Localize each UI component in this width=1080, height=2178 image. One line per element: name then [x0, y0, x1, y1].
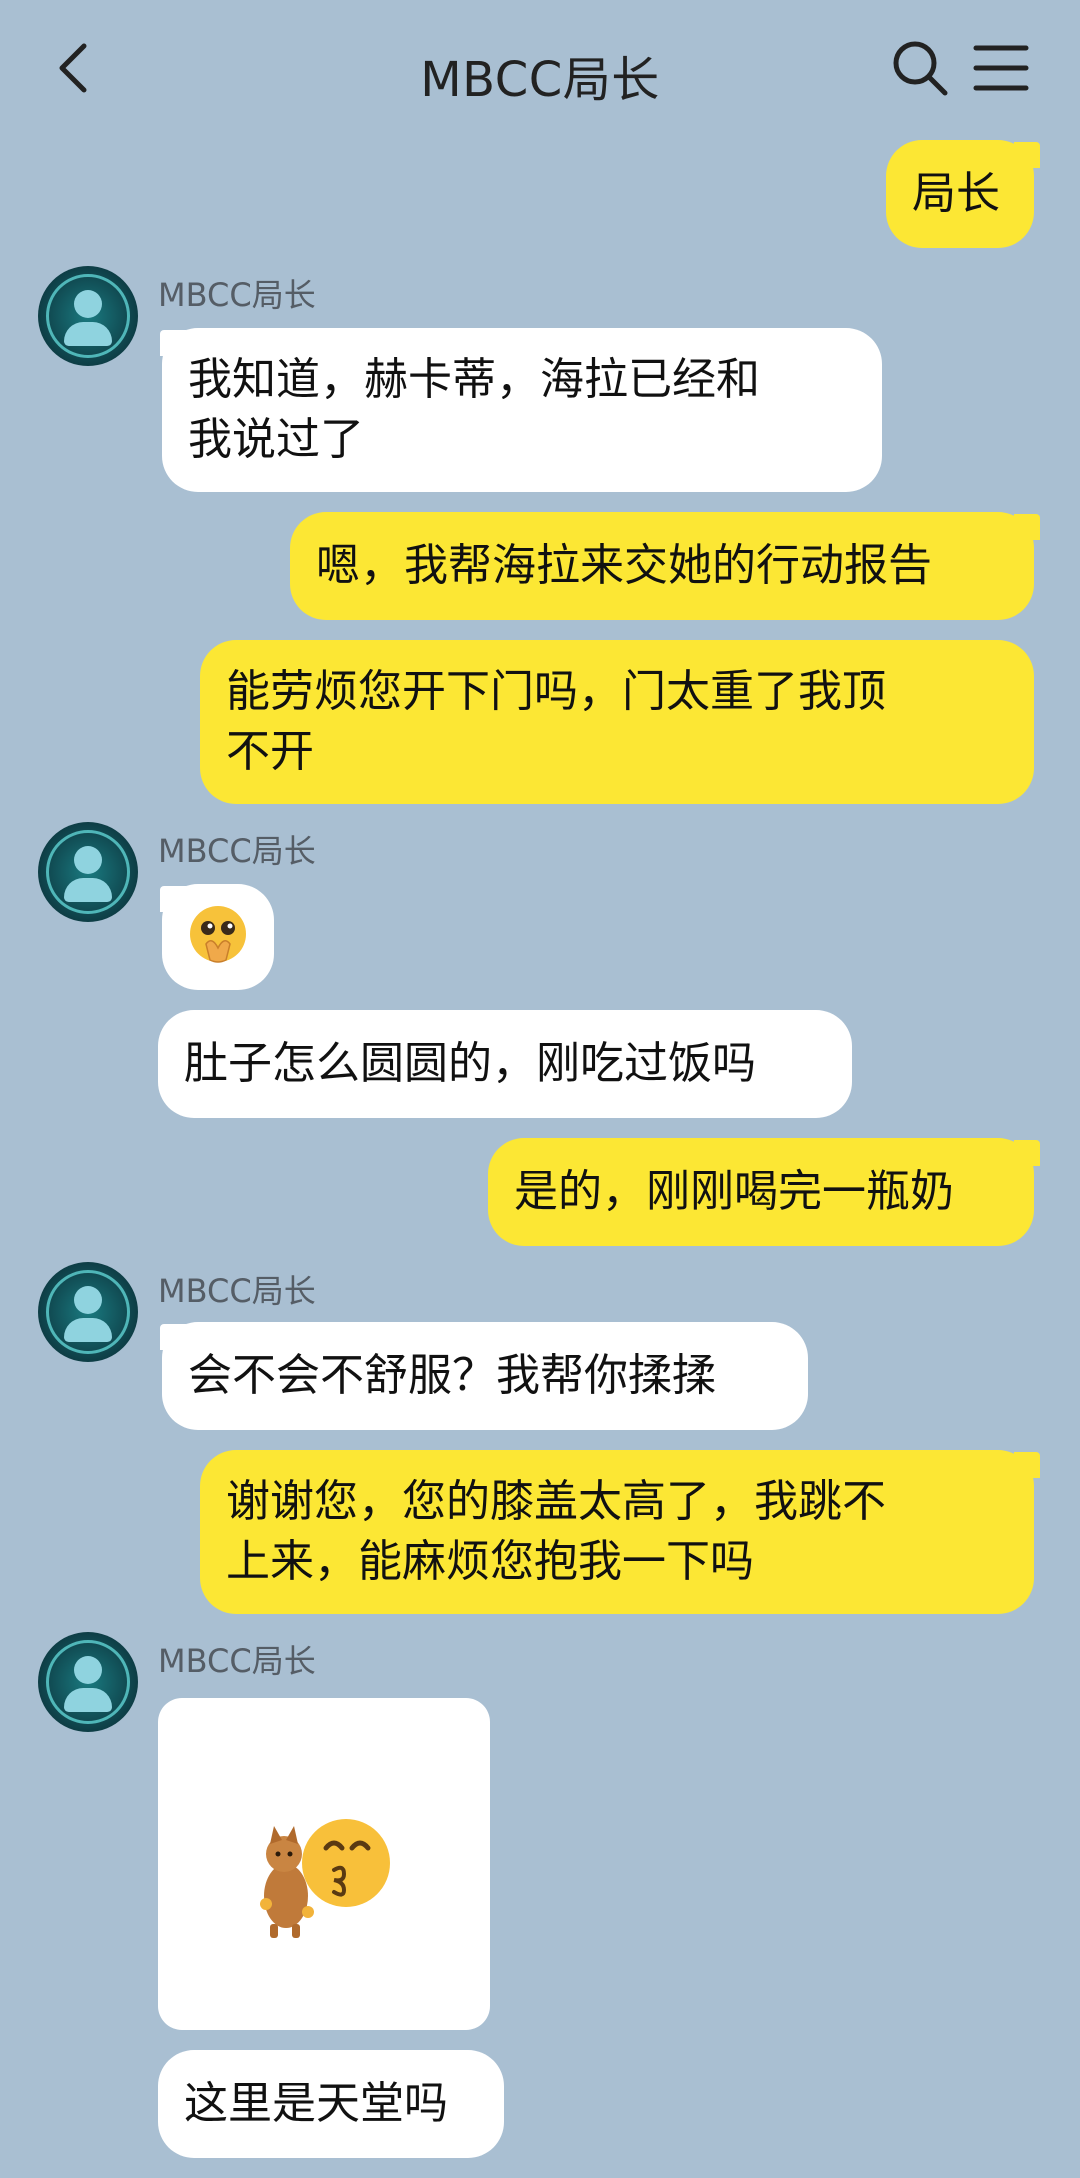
- avatar[interactable]: [38, 1262, 138, 1362]
- avatar[interactable]: [38, 266, 138, 366]
- message-line: 不开: [226, 726, 314, 777]
- cat-and-kissing-face-sticker: [260, 1819, 390, 1938]
- sender-name: MBCC局长: [158, 276, 316, 314]
- menu-button[interactable]: [972, 40, 1030, 96]
- message-text: 是的，刚刚喝完一瓶奶: [514, 1166, 954, 1217]
- search-icon: [893, 41, 948, 96]
- incoming-message[interactable]: 这里是天堂吗: [158, 2050, 504, 2158]
- incoming-message[interactable]: 会不会不舒服？我帮你揉揉: [162, 1322, 808, 1430]
- sender-name: MBCC局长: [158, 1272, 316, 1310]
- outgoing-message[interactable]: 局长: [886, 140, 1034, 248]
- avatar[interactable]: [38, 822, 138, 922]
- search-button[interactable]: [890, 38, 950, 98]
- message-line: 我知道，赫卡蒂，海拉已经和: [188, 354, 760, 405]
- message-text: 会不会不舒服？我帮你揉揉: [188, 1350, 716, 1401]
- outgoing-message[interactable]: 嗯，我帮海拉来交她的行动报告: [290, 512, 1034, 620]
- message-line: 我说过了: [188, 414, 364, 465]
- sticker-message[interactable]: [158, 1698, 490, 2030]
- message-text: 局长: [912, 168, 1000, 219]
- chat-header: MBCC局长: [0, 0, 1080, 140]
- avatar[interactable]: [38, 1632, 138, 1732]
- outgoing-message[interactable]: 谢谢您，您的膝盖太高了，我跳不 上来，能麻烦您抱我一下吗: [200, 1450, 1034, 1614]
- message-line: 能劳烦您开下门吗，门太重了我顶: [226, 666, 886, 717]
- outgoing-message[interactable]: 是的，刚刚喝完一瓶奶: [488, 1138, 1034, 1246]
- menu-icon: [973, 45, 1029, 91]
- sender-name: MBCC局长: [158, 832, 316, 870]
- incoming-message[interactable]: 我知道，赫卡蒂，海拉已经和 我说过了: [162, 328, 882, 492]
- message-text: 嗯，我帮海拉来交她的行动报告: [316, 540, 932, 591]
- sender-name: MBCC局长: [158, 1642, 316, 1680]
- incoming-message[interactable]: 肚子怎么圆圆的，刚吃过饭吗: [158, 1010, 852, 1118]
- message-text: 这里是天堂吗: [184, 2078, 448, 2129]
- outgoing-message[interactable]: 能劳烦您开下门吗，门太重了我顶 不开: [200, 640, 1034, 804]
- message-text: 肚子怎么圆圆的，刚吃过饭吗: [184, 1038, 756, 1089]
- message-line: 上来，能麻烦您抱我一下吗: [226, 1536, 754, 1587]
- message-line: 谢谢您，您的膝盖太高了，我跳不: [226, 1476, 886, 1527]
